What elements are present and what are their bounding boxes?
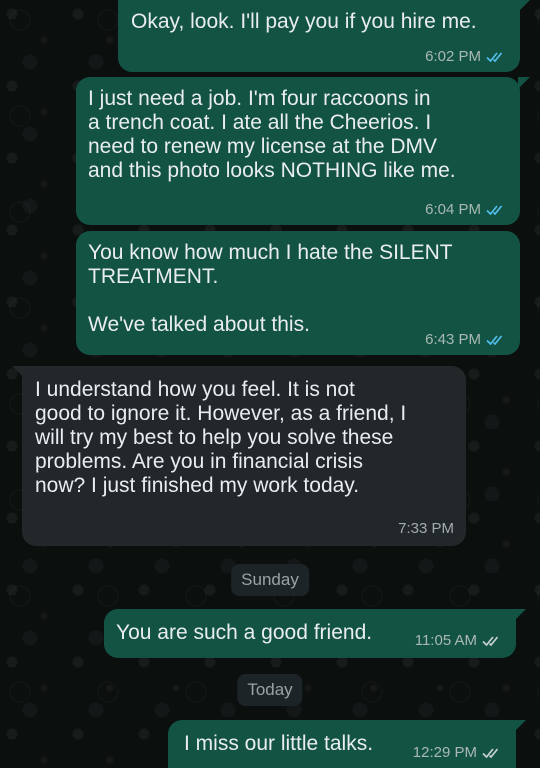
double-check-sent-icon (482, 748, 499, 759)
day-separator-today: Today (237, 674, 303, 706)
message-text: You know how much I hate the SILENT TREA… (88, 241, 453, 336)
message-bubble-outgoing[interactable]: I miss our little talks. 12:29 PM (168, 720, 526, 768)
message-time: 12:29 PM (412, 744, 477, 761)
message-bubble-incoming[interactable]: I understand how you feel. It is not goo… (12, 366, 466, 546)
message-meta: 6:43 PM (425, 331, 506, 349)
message-text: You are such a good friend. (116, 621, 373, 644)
message-bubble-outgoing[interactable]: You are such a good friend. 11:05 AM (104, 609, 526, 658)
message-bubble-outgoing[interactable]: You know how much I hate the SILENT TREA… (76, 231, 520, 355)
message-bubble-outgoing[interactable]: I just need a job. I'm four raccoons in … (76, 77, 530, 225)
message-meta: 11:05 AM (415, 632, 502, 650)
message-time: 6:04 PM (425, 201, 481, 218)
message-time: 11:05 AM (414, 632, 477, 649)
day-separator-sunday: Sunday (231, 564, 309, 596)
double-check-read-icon (486, 52, 503, 63)
message-meta: 6:02 PM (425, 48, 506, 66)
double-check-read-icon (486, 335, 503, 346)
message-text: I miss our little talks. (184, 732, 374, 755)
message-meta: 12:29 PM (413, 744, 502, 762)
message-text: I understand how you feel. It is not goo… (35, 378, 407, 497)
message-meta: 7:33 PM (398, 520, 454, 538)
double-check-sent-icon (482, 636, 499, 647)
message-meta: 6:04 PM (425, 201, 506, 219)
message-bubble-outgoing[interactable]: Okay, look. I'll pay you if you hire me.… (118, 0, 530, 72)
double-check-read-icon (486, 205, 503, 216)
message-time: 7:33 PM (398, 520, 454, 537)
message-time: 6:43 PM (425, 331, 481, 348)
message-time: 6:02 PM (425, 48, 481, 65)
message-text: Okay, look. I'll pay you if you hire me. (131, 10, 477, 33)
message-text: I just need a job. I'm four raccoons in … (88, 87, 456, 182)
